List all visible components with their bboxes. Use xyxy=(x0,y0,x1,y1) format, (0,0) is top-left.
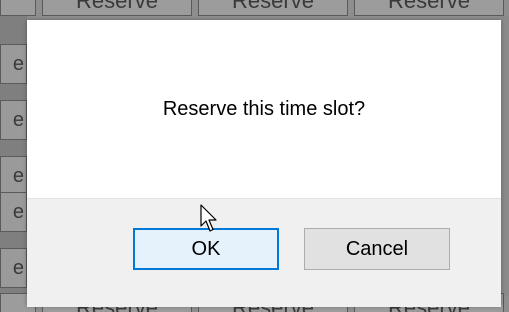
dialog-footer: OK Cancel xyxy=(27,198,501,307)
ok-button[interactable]: OK xyxy=(133,228,279,270)
background-side-button[interactable]: e xyxy=(0,192,27,232)
cancel-button[interactable]: Cancel xyxy=(304,228,450,270)
background-side-button[interactable]: e xyxy=(0,44,27,84)
screen: Reserve Reserve Reserve e e e e e Reserv… xyxy=(0,0,509,312)
background-side-button[interactable]: e xyxy=(0,248,27,288)
reserve-button[interactable]: Reserve xyxy=(42,0,192,16)
background-top-row: Reserve Reserve Reserve xyxy=(0,0,509,16)
background-side-button[interactable]: e xyxy=(0,100,27,140)
background-right-column xyxy=(502,16,509,296)
dialog-body: Reserve this time slot? xyxy=(27,20,501,198)
reserve-button[interactable]: Reserve xyxy=(354,0,504,16)
reserve-button[interactable]: Reserve xyxy=(198,0,348,16)
background-side-button[interactable]: e xyxy=(0,156,27,196)
background-left-column: e e e e e xyxy=(0,16,27,296)
dialog-message: Reserve this time slot? xyxy=(162,98,366,120)
background-cell-edge xyxy=(0,0,36,16)
confirm-dialog: Reserve this time slot? OK Cancel xyxy=(27,20,501,307)
